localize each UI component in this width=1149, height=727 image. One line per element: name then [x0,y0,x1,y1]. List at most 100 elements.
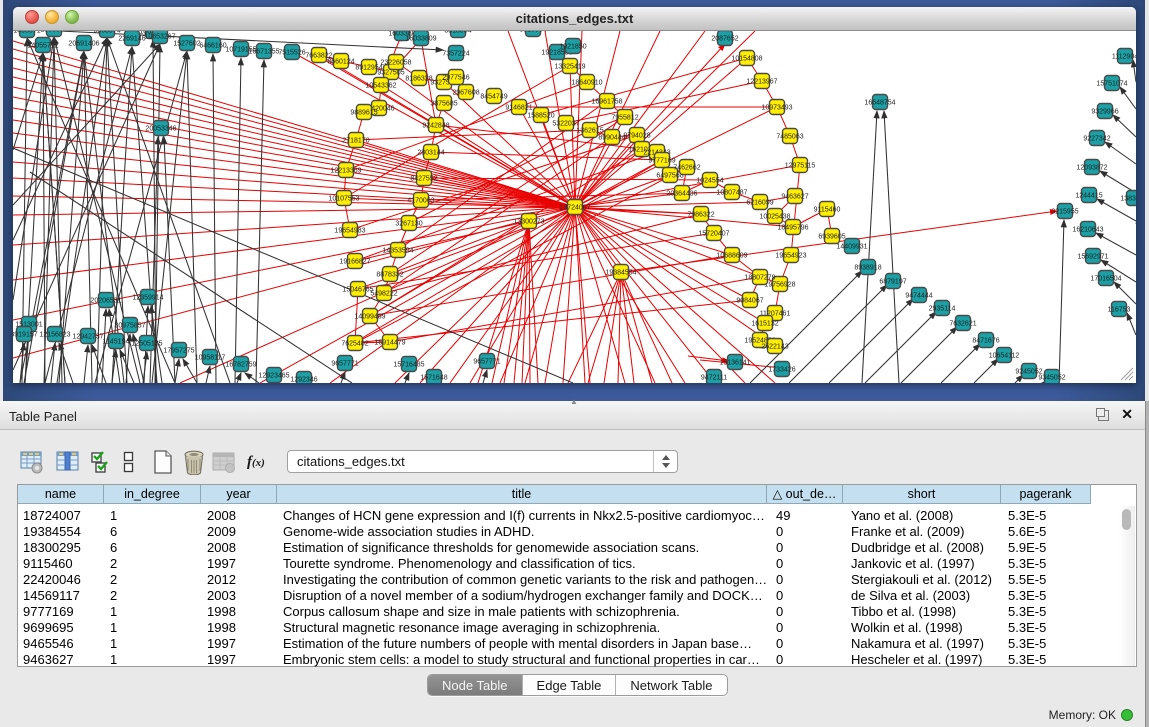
svg-text:9227342: 9227342 [1083,136,1110,143]
svg-text:16033809: 16033809 [405,36,436,43]
svg-text:7515526: 7515526 [278,50,305,57]
svg-text:12942737: 12942737 [72,334,103,341]
svg-text:8186328: 8186328 [405,76,432,83]
svg-text:9657771: 9657771 [473,359,500,366]
svg-text:6216099: 6216099 [746,200,773,207]
svg-text:1024554: 1024554 [696,178,723,185]
svg-text:2935114: 2935114 [929,306,956,313]
svg-text:7986322: 7986322 [687,212,714,219]
svg-text:8660124: 8660124 [327,59,354,66]
svg-text:1615132: 1615132 [751,321,778,328]
svg-text:14055712: 14055712 [27,43,58,50]
svg-text:7462662: 7462662 [673,165,700,172]
svg-text:1292346: 1292346 [290,377,317,384]
svg-text:9889615: 9889615 [350,110,377,117]
svg-text:8454749: 8454749 [480,94,507,101]
svg-text:15751074: 15751074 [1096,81,1127,88]
svg-text:16210643: 16210643 [1072,227,1103,234]
svg-text:6466160: 6466160 [199,43,226,50]
svg-text:10653267: 10653267 [144,34,175,41]
svg-text:8878332: 8878332 [376,272,403,279]
svg-text:1921850: 1921850 [559,44,586,51]
svg-text:9327505: 9327505 [377,70,404,77]
svg-text:15692971: 15692971 [1077,254,1108,261]
svg-text:2803144: 2803144 [417,150,444,157]
svg-text:13300273: 13300273 [513,219,544,226]
svg-text:16648754: 16648754 [864,100,895,107]
svg-text:18807279: 18807279 [744,275,775,282]
svg-text:1733426: 1733426 [768,367,795,374]
svg-text:12923465: 12923465 [258,373,289,380]
svg-text:23226058: 23226058 [380,60,411,67]
svg-text:9084067: 9084067 [736,298,763,305]
svg-text:16782759: 16782759 [225,362,256,369]
svg-text:9063574: 9063574 [93,31,120,35]
svg-text:2087652: 2087652 [711,36,738,43]
svg-text:12359914: 12359914 [132,295,163,302]
svg-text:15136141: 15136141 [719,360,750,367]
svg-text:20206531: 20206531 [90,298,121,305]
svg-text:9472111: 9472111 [701,375,727,382]
svg-text:30975857: 30975857 [114,323,145,330]
svg-text:2718170: 2718170 [342,138,369,145]
svg-text:19756928: 19756928 [764,282,795,289]
svg-text:20364436: 20364436 [666,191,697,198]
svg-text:3215955: 3215955 [1051,209,1078,216]
svg-text:20053346: 20053346 [145,126,176,133]
svg-text:14409931: 14409931 [836,244,867,251]
svg-text:10688609: 10688609 [716,253,747,260]
svg-text:9329966: 9329966 [1091,109,1118,116]
svg-text:1145194: 1145194 [103,339,130,346]
svg-text:14099489: 14099489 [354,314,385,321]
svg-text:9657771: 9657771 [331,361,358,368]
svg-text:5322037: 5322037 [552,121,579,128]
svg-text:14353594: 14353594 [382,248,413,255]
svg-text:10025438: 10025438 [759,214,790,221]
svg-text:16961758: 16961758 [591,99,622,106]
svg-text:7357224: 7357224 [442,51,469,58]
svg-text:9777169: 9777169 [648,158,675,165]
svg-text:9345052: 9345052 [1038,375,1065,382]
svg-text:15716485: 15716485 [393,362,424,369]
svg-text:9474444: 9474444 [905,293,932,300]
svg-text:15046765: 15046765 [342,287,373,294]
svg-text:1244415: 1244415 [1075,193,1102,200]
svg-text:2522143: 2522143 [761,344,788,351]
svg-text:16671355: 16671355 [248,49,279,56]
svg-text:1903571: 1903571 [40,31,67,34]
svg-text:19654983: 19654983 [334,228,365,235]
svg-text:20691406: 20691406 [68,41,99,48]
svg-text:10154808: 10154808 [731,56,762,63]
svg-text:5498222: 5498222 [370,291,397,298]
svg-text:4170063: 4170063 [407,198,434,205]
svg-text:1588520: 1588520 [527,113,554,120]
svg-text:1362615: 1362615 [576,128,603,135]
svg-text:12093872: 12093872 [1076,165,1107,172]
svg-text:7625402: 7625402 [341,341,368,348]
svg-text:10958117: 10958117 [195,355,226,362]
svg-text:8471676: 8471676 [972,338,999,345]
svg-text:9794028: 9794028 [623,133,650,140]
svg-text:3919157: 3919157 [13,332,38,339]
svg-text:7485063: 7485063 [776,134,803,141]
svg-text:13325419: 13325419 [554,64,585,71]
svg-text:19654923: 19654923 [775,253,806,260]
svg-text:19166827: 19166827 [339,259,370,266]
svg-text:116753: 116753 [1108,307,1131,314]
svg-text:2977546: 2977546 [442,75,469,82]
svg-text:10107553: 10107553 [328,196,359,203]
svg-text:12213967: 12213967 [746,79,777,86]
svg-text:10973493: 10973493 [761,105,792,112]
svg-text:1571648: 1571648 [420,375,447,382]
svg-text:12156823: 12156823 [39,332,70,339]
svg-text:9146821: 9146821 [505,105,532,112]
svg-text:9242848: 9242848 [422,123,449,130]
svg-text:8427552: 8427552 [410,176,437,183]
svg-text:9115460: 9115460 [814,207,841,214]
svg-text:19384554: 19384554 [605,270,636,277]
svg-text:6879197: 6879197 [879,279,906,286]
svg-text:8938918: 8938918 [854,265,881,272]
svg-text:6939605: 6939605 [818,234,845,241]
svg-text:2269146: 2269146 [118,36,145,43]
svg-text:12213369: 12213369 [330,168,361,175]
